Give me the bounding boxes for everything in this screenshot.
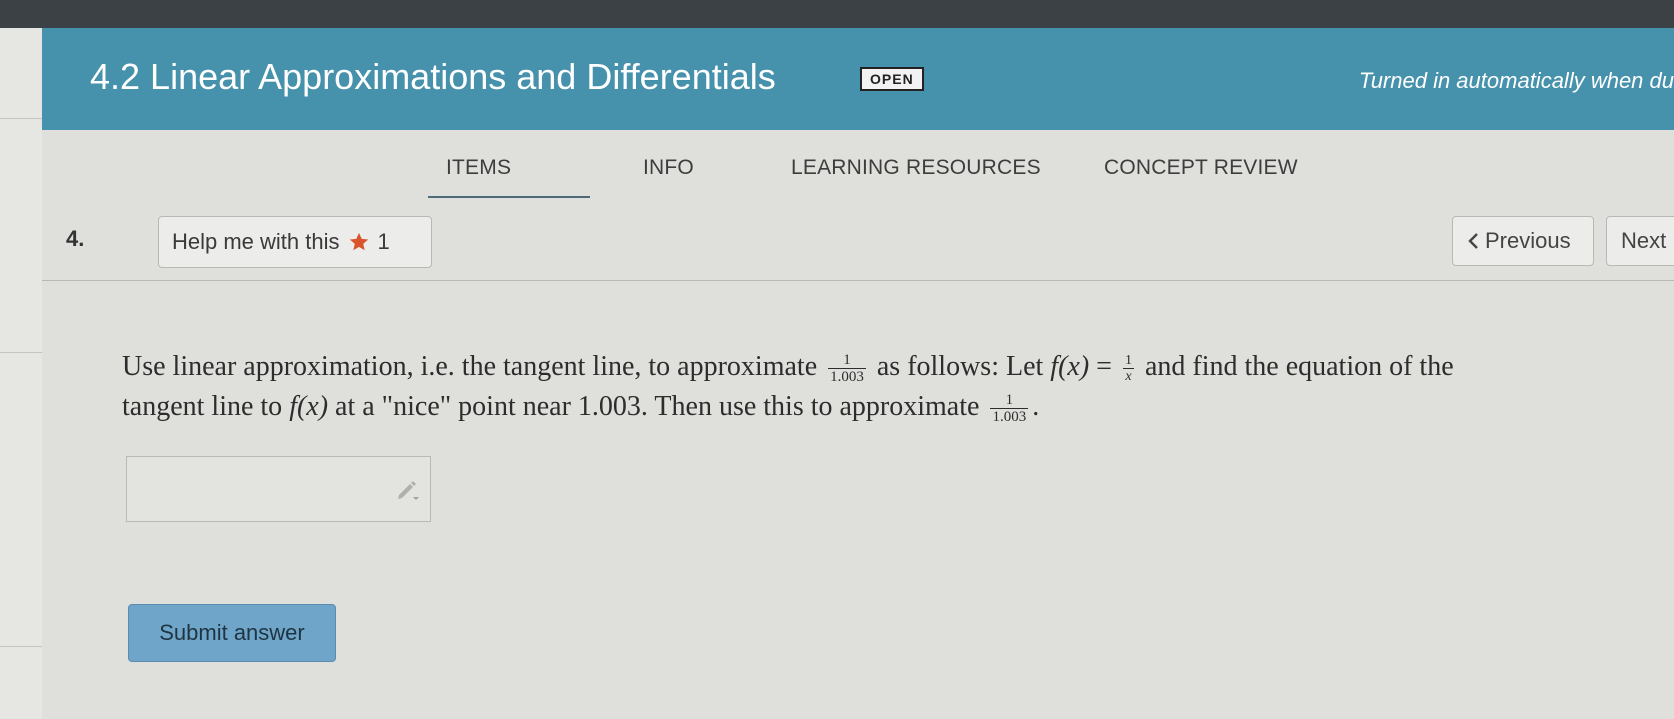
- question-text-part: tangent line to: [122, 391, 283, 422]
- fraction-one-over-1003: 1 1.003: [828, 352, 866, 385]
- section-divider: [42, 280, 1674, 281]
- function-fx: f(x): [289, 391, 329, 422]
- due-notice: Turned in automatically when du: [1358, 68, 1674, 93]
- assignment-panel: ITEMS INFO LEARNING RESOURCES CONCEPT RE…: [42, 130, 1674, 719]
- question-text-part: .: [1032, 391, 1040, 422]
- fraction-numerator: 1: [990, 392, 1029, 409]
- status-badge: OPEN: [860, 67, 924, 91]
- help-count: 1: [377, 229, 390, 254]
- question-text: Use linear approximation, i.e. the tange…: [122, 347, 1622, 427]
- function-fx: f(x): [1050, 351, 1090, 382]
- question-text-part: at a "nice" point near 1.003. Then use t…: [335, 391, 980, 422]
- fraction-denominator: 1.003: [992, 408, 1027, 425]
- chevron-left-icon: [1468, 233, 1478, 249]
- fraction-numerator: 1: [828, 352, 866, 369]
- fraction-denominator: x: [1125, 368, 1132, 384]
- browser-top-bar: [0, 0, 1674, 28]
- fraction-one-over-1003: 1 1.003: [990, 392, 1029, 425]
- assignment-header: 4.2 Linear Approximations and Differenti…: [42, 28, 1674, 130]
- star-icon: [349, 232, 368, 251]
- next-label: Next: [1621, 228, 1667, 253]
- question-text-part: as follows: Let: [876, 351, 1044, 382]
- tab-concept-review[interactable]: CONCEPT REVIEW: [1104, 156, 1298, 180]
- submit-answer-button[interactable]: Submit answer: [128, 604, 336, 662]
- previous-label: Previous: [1485, 228, 1571, 253]
- tab-items[interactable]: ITEMS: [446, 156, 511, 180]
- fraction-denominator: 1.003: [830, 368, 864, 385]
- fraction-numerator: 1: [1122, 352, 1134, 369]
- page-title: 4.2 Linear Approximations and Differenti…: [90, 56, 776, 97]
- help-me-button[interactable]: Help me with this 1: [158, 216, 432, 268]
- equals-sign: =: [1096, 351, 1112, 382]
- next-button[interactable]: Next: [1606, 216, 1674, 266]
- answer-input[interactable]: [126, 456, 431, 522]
- fraction-one-over-x: 1x: [1122, 352, 1134, 384]
- help-label: Help me with this: [172, 229, 340, 254]
- left-frame: [0, 28, 43, 719]
- question-number: 4.: [66, 226, 85, 251]
- tab-learning-resources[interactable]: LEARNING RESOURCES: [791, 156, 1041, 180]
- left-frame-rule: [0, 646, 42, 647]
- active-tab-indicator: [428, 196, 590, 198]
- left-frame-rule: [0, 118, 42, 119]
- question-text-part: Use linear approximation, i.e. the tange…: [122, 351, 818, 382]
- tab-bar: ITEMS INFO LEARNING RESOURCES CONCEPT RE…: [42, 130, 1674, 200]
- previous-button[interactable]: Previous: [1452, 216, 1594, 266]
- question-text-part: and find the equation of the: [1144, 351, 1454, 382]
- tab-info[interactable]: INFO: [643, 156, 694, 180]
- pencil-icon[interactable]: [395, 477, 421, 503]
- left-frame-rule: [0, 352, 42, 353]
